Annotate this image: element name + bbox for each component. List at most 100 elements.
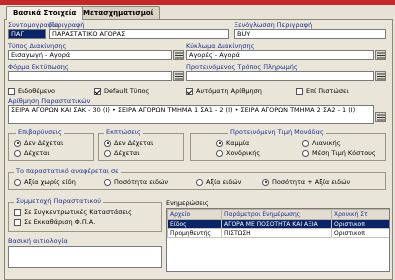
radio-label: Λιανικής bbox=[312, 139, 341, 147]
table-cell: Είδος bbox=[167, 219, 222, 229]
unit-price-option-wholesale[interactable]: Χονδρικής bbox=[216, 149, 260, 157]
refers-option-value[interactable]: Αξία ειδών bbox=[196, 178, 241, 186]
list-icon bbox=[376, 73, 385, 79]
table-cell: Οριστικοπ bbox=[331, 219, 389, 229]
type-label: Τύπος Διακίνησης bbox=[8, 42, 67, 50]
radio-dot[interactable] bbox=[14, 178, 21, 186]
tab-transformations[interactable]: Μετασχηματισμοί bbox=[76, 6, 161, 19]
checkbox-vat-clearance[interactable]: Σε Εκκαθάριση Φ.Π.Α. bbox=[14, 218, 95, 226]
checkbox-auto-numbering[interactable]: Αυτόματη Αρίθμηση bbox=[186, 87, 262, 95]
unit-price-option-retail[interactable]: Λιανικής bbox=[302, 139, 341, 147]
cycle-label: Κύκλωμα Διακίνησης bbox=[186, 42, 255, 50]
charges-option-accept[interactable]: Δέχεται bbox=[14, 149, 50, 157]
column-header-file[interactable]: Αρχείο bbox=[167, 209, 222, 220]
description-label: Περιγραφή bbox=[49, 21, 85, 29]
radio-label: Χονδρικής bbox=[226, 149, 261, 157]
radio-dot[interactable] bbox=[104, 139, 111, 147]
checkbox-default-type[interactable]: Default Τύπος bbox=[94, 87, 149, 95]
discounts-option-reject[interactable]: Δεν Δέχεται bbox=[104, 139, 153, 147]
radio-dot[interactable] bbox=[104, 178, 111, 186]
checkbox-reserved-label: Ειδοθέμενο bbox=[18, 87, 56, 95]
radio-label: Ποσότητα ειδών bbox=[114, 178, 169, 186]
checkbox-reserved[interactable]: Ειδοθέμενο bbox=[8, 87, 55, 95]
checkbox-auto-numbering-label: Αυτόματη Αρίθμηση bbox=[196, 87, 262, 95]
numbering-field[interactable]: ΣΕΙΡΑ ΑΓΟΡΩΝ ΚΑΙ ΣΑΚ - 30 (I) • ΣΕΙΡΑ ΑΓ… bbox=[8, 105, 374, 124]
column-header-params[interactable]: Παράμετροι Ενημέρωσης bbox=[221, 209, 332, 220]
radio-label: Ποσότητα + Αξία ειδών bbox=[272, 178, 351, 186]
discounts-group-title: Εκπτώσεις bbox=[104, 128, 143, 136]
radio-label: Δέχεται bbox=[114, 149, 140, 157]
checkbox-summary-reports-label: Σε Συγκεντρωτικές Καταστάσεις bbox=[24, 208, 132, 216]
table-row[interactable]: Προμηθευτής ΠΙΣΤΩΣΗ Οριστικοπ bbox=[167, 228, 389, 238]
unit-price-option-none[interactable]: Καμμία bbox=[216, 139, 249, 147]
radio-dot[interactable] bbox=[302, 139, 309, 147]
table-cell: Προμηθευτής bbox=[167, 228, 222, 238]
checkbox-on-credit-label: Επί Πιστώσει bbox=[306, 87, 349, 95]
radio-dot[interactable] bbox=[262, 178, 269, 186]
base-reason-label: Βασική αιτιολογία bbox=[8, 237, 68, 245]
table-cell: ΑΓΟΡΑ ΜΕ ΠΟΣΟΤΗΤΑ ΚΑΙ ΑΞΙΑ bbox=[221, 219, 332, 229]
refers-group-title: Το παραστατικό αναφέρεται σε bbox=[14, 167, 121, 175]
checkbox-reserved-box[interactable] bbox=[8, 87, 15, 95]
checkbox-on-credit-box[interactable] bbox=[296, 87, 303, 95]
radio-dot[interactable] bbox=[216, 139, 223, 147]
base-reason-field[interactable] bbox=[8, 246, 162, 268]
updates-title: Ενημερώσεις bbox=[166, 199, 209, 207]
radio-dot[interactable] bbox=[104, 149, 111, 157]
refers-option-qty[interactable]: Ποσότητα ειδών bbox=[104, 178, 168, 186]
discounts-option-accept[interactable]: Δέχεται bbox=[104, 149, 140, 157]
type-lookup-button[interactable] bbox=[173, 50, 184, 60]
cycle-lookup-button[interactable] bbox=[375, 50, 386, 60]
radio-label: Αξία ειδών bbox=[206, 178, 242, 186]
payment-label: Προτεινόμενος Τρόπος Πληρωμής bbox=[186, 63, 298, 71]
list-icon bbox=[376, 52, 385, 58]
checkbox-default-type-box[interactable] bbox=[94, 87, 101, 95]
table-row[interactable]: Είδος ΑΓΟΡΑ ΜΕ ΠΟΣΟΤΗΤΑ ΚΑΙ ΑΞΙΑ Οριστικ… bbox=[167, 219, 389, 229]
print-form-field[interactable] bbox=[8, 71, 172, 81]
updates-table[interactable]: Αρχείο Παράμετροι Ενημέρωσης Χρονική Στ … bbox=[166, 208, 390, 272]
payment-lookup-button[interactable] bbox=[375, 71, 386, 81]
radio-label: Δεν Δέχεται bbox=[114, 139, 154, 147]
checkbox-summary-reports[interactable]: Σε Συγκεντρωτικές Καταστάσεις bbox=[14, 208, 132, 216]
description-field[interactable]: ΠΑΡΑΣΤΑΤΙΚΟ ΑΓΟΡΑΣ bbox=[49, 29, 229, 39]
checkbox-vat-clearance-label: Σε Εκκαθάριση Φ.Π.Α. bbox=[24, 218, 96, 226]
foreign-description-label: Ξενόγλωσση Περιγραφή bbox=[234, 21, 313, 29]
cycle-field[interactable]: Αγορές - Αγορά bbox=[186, 50, 374, 60]
participation-group-title: Συμμετοχή Παραστατικού bbox=[14, 197, 104, 205]
radio-label: Δεν Δέχεται bbox=[24, 139, 64, 147]
table-cell: ΠΙΣΤΩΣΗ bbox=[221, 228, 332, 238]
checkbox-default-type-label: Default Τύπος bbox=[104, 87, 150, 95]
radio-label: Καμμία bbox=[226, 139, 250, 147]
radio-dot[interactable] bbox=[302, 149, 309, 157]
column-header-timing[interactable]: Χρονική Στ bbox=[331, 209, 389, 220]
charges-option-reject[interactable]: Δεν Δέχεται bbox=[14, 139, 63, 147]
top-accent-bar bbox=[0, 0, 395, 5]
charges-group-title: Επιβαρύνσεις bbox=[16, 128, 64, 136]
refers-option-qty-value[interactable]: Ποσότητα + Αξία ειδών bbox=[262, 178, 350, 186]
checkbox-auto-numbering-box[interactable] bbox=[186, 87, 193, 95]
radio-dot[interactable] bbox=[196, 178, 203, 186]
table-cell: Οριστικοπ bbox=[331, 228, 389, 238]
payment-field[interactable] bbox=[186, 71, 374, 81]
participation-group bbox=[8, 202, 162, 232]
radio-dot[interactable] bbox=[14, 149, 21, 157]
list-icon bbox=[174, 73, 183, 79]
radio-label: Αξία χωρίς είδη bbox=[24, 178, 76, 186]
list-icon bbox=[376, 114, 385, 120]
checkbox-on-credit[interactable]: Επί Πιστώσει bbox=[296, 87, 349, 95]
unit-price-group-title: Προτεινόμενη Τιμή Μονάδας bbox=[228, 128, 326, 136]
radio-dot[interactable] bbox=[14, 139, 21, 147]
type-field[interactable]: Εισαγωγή - Αγορά bbox=[8, 50, 172, 60]
checkbox-summary-reports-box[interactable] bbox=[14, 208, 21, 216]
tab-basic-info[interactable]: Βασικά Στοιχεία bbox=[6, 6, 84, 20]
code-field[interactable]: ΠΑΓ bbox=[8, 29, 46, 39]
radio-label: Μέση Τιμή Κόστους bbox=[312, 149, 376, 157]
radio-dot[interactable] bbox=[216, 149, 223, 157]
print-form-label: Φόρμα Εκτύπωσης bbox=[8, 63, 69, 71]
refers-option-value-no-items[interactable]: Αξία χωρίς είδη bbox=[14, 178, 76, 186]
checkbox-vat-clearance-box[interactable] bbox=[14, 218, 21, 226]
unit-price-option-avg-cost[interactable]: Μέση Τιμή Κόστους bbox=[302, 149, 376, 157]
numbering-lookup-button[interactable] bbox=[375, 112, 386, 122]
print-form-lookup-button[interactable] bbox=[173, 71, 184, 81]
foreign-description-field[interactable]: BUY bbox=[234, 29, 386, 39]
